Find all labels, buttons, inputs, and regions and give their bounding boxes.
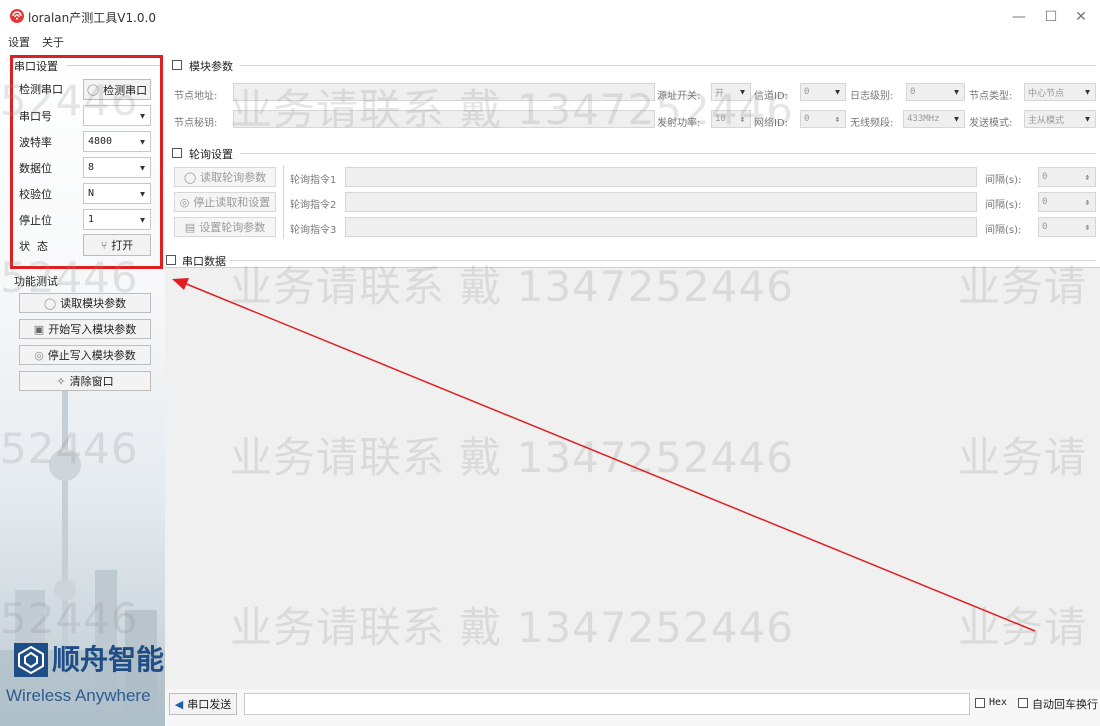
annotation-arrow <box>172 278 1036 632</box>
